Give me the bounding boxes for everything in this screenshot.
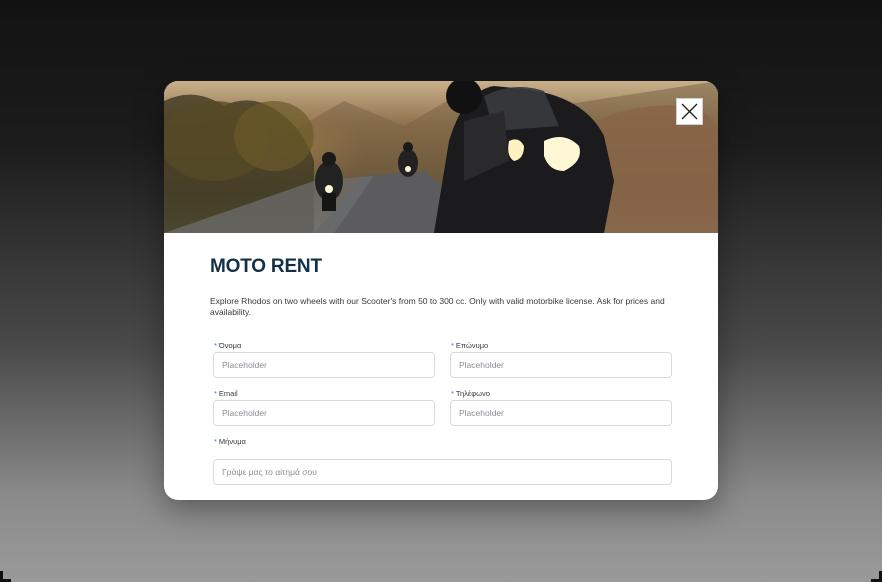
message-input[interactable] — [213, 459, 672, 485]
message-label-text: Μήνυμα — [218, 437, 246, 446]
corner-mark-right — [871, 571, 882, 582]
last-name-label: * Επώνυμο — [451, 341, 488, 350]
first-name-label-text: Όνομα — [218, 341, 242, 350]
modal-title: MOTO RENT — [210, 256, 322, 277]
required-marker: * — [214, 437, 217, 446]
hero-illustration — [164, 81, 718, 233]
required-marker: * — [214, 389, 217, 398]
first-name-label: * Όνομα — [214, 341, 241, 350]
phone-label-text: Τηλέφωνο — [455, 389, 490, 398]
phone-input[interactable] — [450, 400, 672, 426]
phone-label: * Τηλέφωνο — [451, 389, 490, 398]
required-marker: * — [214, 341, 217, 350]
corner-mark-left — [0, 571, 11, 582]
last-name-label-text: Επώνυμο — [455, 341, 489, 350]
email-label-text: Email — [218, 389, 238, 398]
email-label: * Email — [214, 389, 238, 398]
message-label: * Μήνυμα — [214, 437, 246, 446]
close-button[interactable] — [676, 98, 703, 125]
close-icon — [681, 103, 698, 120]
hero-image — [164, 81, 718, 233]
first-name-input[interactable] — [213, 352, 435, 378]
modal-description: Explore Rhodos on two wheels with our Sc… — [210, 296, 665, 317]
required-marker: * — [451, 389, 454, 398]
moto-rent-modal: MOTO RENT Explore Rhodos on two wheels w… — [164, 81, 718, 500]
required-marker: * — [451, 341, 454, 350]
email-input[interactable] — [213, 400, 435, 426]
last-name-input[interactable] — [450, 352, 672, 378]
